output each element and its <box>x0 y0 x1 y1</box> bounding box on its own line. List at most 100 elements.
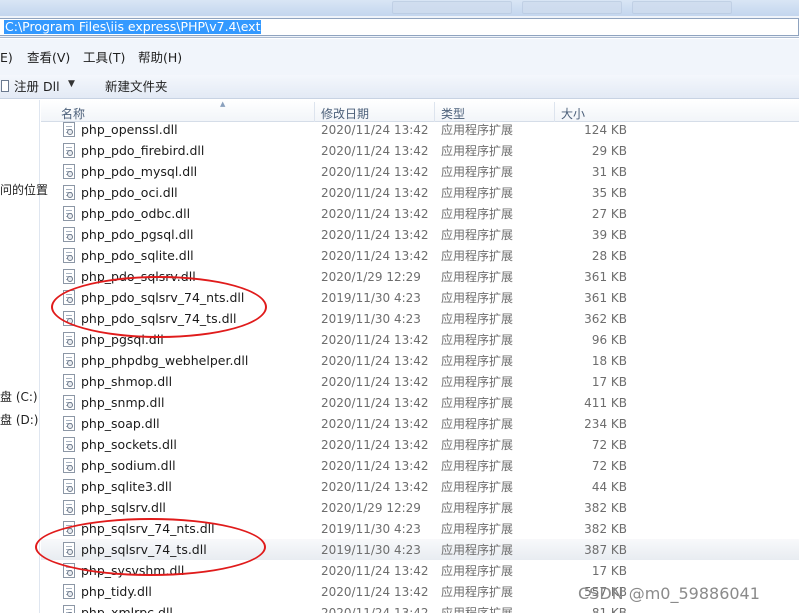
file-modified-date: 2020/11/24 13:42 <box>321 564 429 578</box>
column-divider[interactable] <box>314 102 315 122</box>
file-row[interactable]: php_sysvshm.dll 2020/11/24 13:42 应用程序扩展 17 … <box>41 560 799 581</box>
file-type: 应用程序扩展 <box>441 459 514 473</box>
dll-file-icon <box>63 437 75 452</box>
column-divider[interactable] <box>554 102 555 122</box>
file-modified-date: 2020/11/24 13:42 <box>321 606 429 613</box>
file-modified-date: 2020/11/24 13:42 <box>321 333 429 347</box>
column-name[interactable]: 名称 <box>61 107 85 121</box>
column-size[interactable]: 大小 <box>561 107 585 121</box>
dll-file-icon <box>63 605 75 613</box>
file-type: 应用程序扩展 <box>441 354 514 368</box>
dll-file-icon <box>63 290 75 305</box>
file-list[interactable]: php_openssl.dll 2020/11/24 13:42 应用程序扩展 124… <box>41 122 799 613</box>
file-row[interactable]: php_pgsql.dll 2020/11/24 13:42 应用程序扩展 96 KB <box>41 329 799 350</box>
file-size: 72 KB <box>591 459 627 473</box>
dll-file-icon <box>63 206 75 221</box>
nav-item-drive-c[interactable]: 盘 (C:) <box>0 390 38 404</box>
file-row[interactable]: php_snmp.dll 2020/11/24 13:42 应用程序扩展 411 KB <box>41 392 799 413</box>
dll-file-icon <box>63 500 75 515</box>
file-modified-date: 2020/1/29 12:29 <box>321 270 421 284</box>
file-modified-date: 2020/11/24 13:42 <box>321 165 429 179</box>
dll-file-icon <box>63 185 75 200</box>
menu-bar: E) 查看(V) 工具(T) 帮助(H) <box>0 39 799 75</box>
dll-file-icon <box>63 395 75 410</box>
column-divider[interactable] <box>434 102 435 122</box>
register-icon <box>1 80 9 92</box>
file-size: 72 KB <box>591 438 627 452</box>
file-type: 应用程序扩展 <box>441 270 514 284</box>
address-field[interactable]: C:\Program Files\iis express\PHP\v7.4\ex… <box>0 18 799 36</box>
dll-file-icon <box>63 353 75 368</box>
file-row[interactable]: php_pdo_pgsql.dll 2020/11/24 13:42 应用程序扩展 3… <box>41 224 799 245</box>
menu-edit[interactable]: E) <box>0 51 13 65</box>
file-row[interactable]: php_pdo_sqlsrv.dll 2020/1/29 12:29 应用程序扩展 3… <box>41 266 799 287</box>
file-name: php_pdo_sqlite.dll <box>81 248 194 263</box>
new-folder-button[interactable]: 新建文件夹 <box>105 79 168 94</box>
file-row[interactable]: php_pdo_mysql.dll 2020/11/24 13:42 应用程序扩展 3… <box>41 161 799 182</box>
dll-file-icon <box>63 122 75 137</box>
file-row[interactable]: php_sqlsrv_74_nts.dll 2019/11/30 4:23 应用程序… <box>41 518 799 539</box>
file-row[interactable]: php_openssl.dll 2020/11/24 13:42 应用程序扩展 124… <box>41 122 799 140</box>
file-modified-date: 2019/11/30 4:23 <box>321 291 421 305</box>
file-row[interactable]: php_sqlite3.dll 2020/11/24 13:42 应用程序扩展 44 … <box>41 476 799 497</box>
file-name: php_sqlsrv.dll <box>81 500 166 515</box>
file-size: 234 KB <box>584 417 627 431</box>
file-row[interactable]: php_pdo_sqlite.dll 2020/11/24 13:42 应用程序扩展… <box>41 245 799 266</box>
dll-file-icon <box>63 311 75 326</box>
file-type: 应用程序扩展 <box>441 585 514 599</box>
file-row[interactable]: php_pdo_odbc.dll 2020/11/24 13:42 应用程序扩展 27… <box>41 203 799 224</box>
menu-help[interactable]: 帮助(H) <box>138 51 182 65</box>
dll-file-icon <box>63 374 75 389</box>
dropdown-arrow-icon[interactable]: ▼ <box>68 79 75 89</box>
file-name: php_shmop.dll <box>81 374 173 389</box>
file-size: 29 KB <box>591 144 627 158</box>
file-row[interactable]: php_pdo_sqlsrv_74_nts.dll 2019/11/30 4:23… <box>41 287 799 308</box>
file-name: php_pdo_firebird.dll <box>81 143 205 158</box>
file-type: 应用程序扩展 <box>441 312 514 326</box>
navigation-pane[interactable]: 问的位置 盘 (C:) 盘 (D:) <box>0 100 48 613</box>
dll-file-icon <box>63 521 75 536</box>
file-type: 应用程序扩展 <box>441 333 514 347</box>
file-name: php_pdo_sqlsrv_74_ts.dll <box>81 311 237 326</box>
file-name: php_snmp.dll <box>81 395 165 410</box>
file-name: php_sodium.dll <box>81 458 176 473</box>
file-name: php_pdo_sqlsrv.dll <box>81 269 196 284</box>
nav-item-drive-d[interactable]: 盘 (D:) <box>0 413 38 427</box>
file-row[interactable]: php_phpdbg_webhelper.dll 2020/11/24 13:42… <box>41 350 799 371</box>
menu-tools[interactable]: 工具(T) <box>83 51 125 65</box>
file-row[interactable]: php_xmlrpc.dll 2020/11/24 13:42 应用程序扩展 81 K… <box>41 602 799 613</box>
file-type: 应用程序扩展 <box>441 207 514 221</box>
file-type: 应用程序扩展 <box>441 501 514 515</box>
address-bar: C:\Program Files\iis express\PHP\v7.4\ex… <box>0 16 799 38</box>
file-row[interactable]: php_sqlsrv.dll 2020/1/29 12:29 应用程序扩展 382 K… <box>41 497 799 518</box>
file-modified-date: 2019/11/30 4:23 <box>321 312 421 326</box>
file-row[interactable]: php_sockets.dll 2020/11/24 13:42 应用程序扩展 72 … <box>41 434 799 455</box>
file-type: 应用程序扩展 <box>441 396 514 410</box>
file-row[interactable]: php_pdo_oci.dll 2020/11/24 13:42 应用程序扩展 35 … <box>41 182 799 203</box>
file-name: php_pdo_mysql.dll <box>81 164 198 179</box>
file-row[interactable]: php_soap.dll 2020/11/24 13:42 应用程序扩展 234 KB <box>41 413 799 434</box>
column-type[interactable]: 类型 <box>441 107 465 121</box>
file-row[interactable]: php_sodium.dll 2020/11/24 13:42 应用程序扩展 72 K… <box>41 455 799 476</box>
file-name: php_sqlite3.dll <box>81 479 172 494</box>
dll-file-icon <box>63 563 75 578</box>
menu-view[interactable]: 查看(V) <box>27 51 70 65</box>
file-row[interactable]: php_pdo_firebird.dll 2020/11/24 13:42 应用程序… <box>41 140 799 161</box>
register-dll-button[interactable]: 注册 Dll <box>14 79 60 94</box>
file-row[interactable]: php_sqlsrv_74_ts.dll 2019/11/30 4:23 应用程序扩… <box>41 539 799 560</box>
address-path-text[interactable]: C:\Program Files\iis express\PHP\v7.4\ex… <box>4 20 262 34</box>
file-type: 应用程序扩展 <box>441 543 514 557</box>
file-row[interactable]: php_pdo_sqlsrv_74_ts.dll 2019/11/30 4:23 应… <box>41 308 799 329</box>
dll-file-icon <box>63 143 75 158</box>
file-type: 应用程序扩展 <box>441 606 514 613</box>
file-modified-date: 2020/11/24 13:42 <box>321 249 429 263</box>
watermark: CSDN @m0_59886041 <box>578 584 760 603</box>
file-type: 应用程序扩展 <box>441 144 514 158</box>
background-tab <box>392 1 512 14</box>
file-row[interactable]: php_shmop.dll 2020/11/24 13:42 应用程序扩展 17 KB <box>41 371 799 392</box>
file-type: 应用程序扩展 <box>441 249 514 263</box>
file-size: 17 KB <box>591 564 627 578</box>
file-size: 382 KB <box>584 501 627 515</box>
column-date[interactable]: 修改日期 <box>321 107 369 121</box>
file-size: 35 KB <box>591 186 627 200</box>
